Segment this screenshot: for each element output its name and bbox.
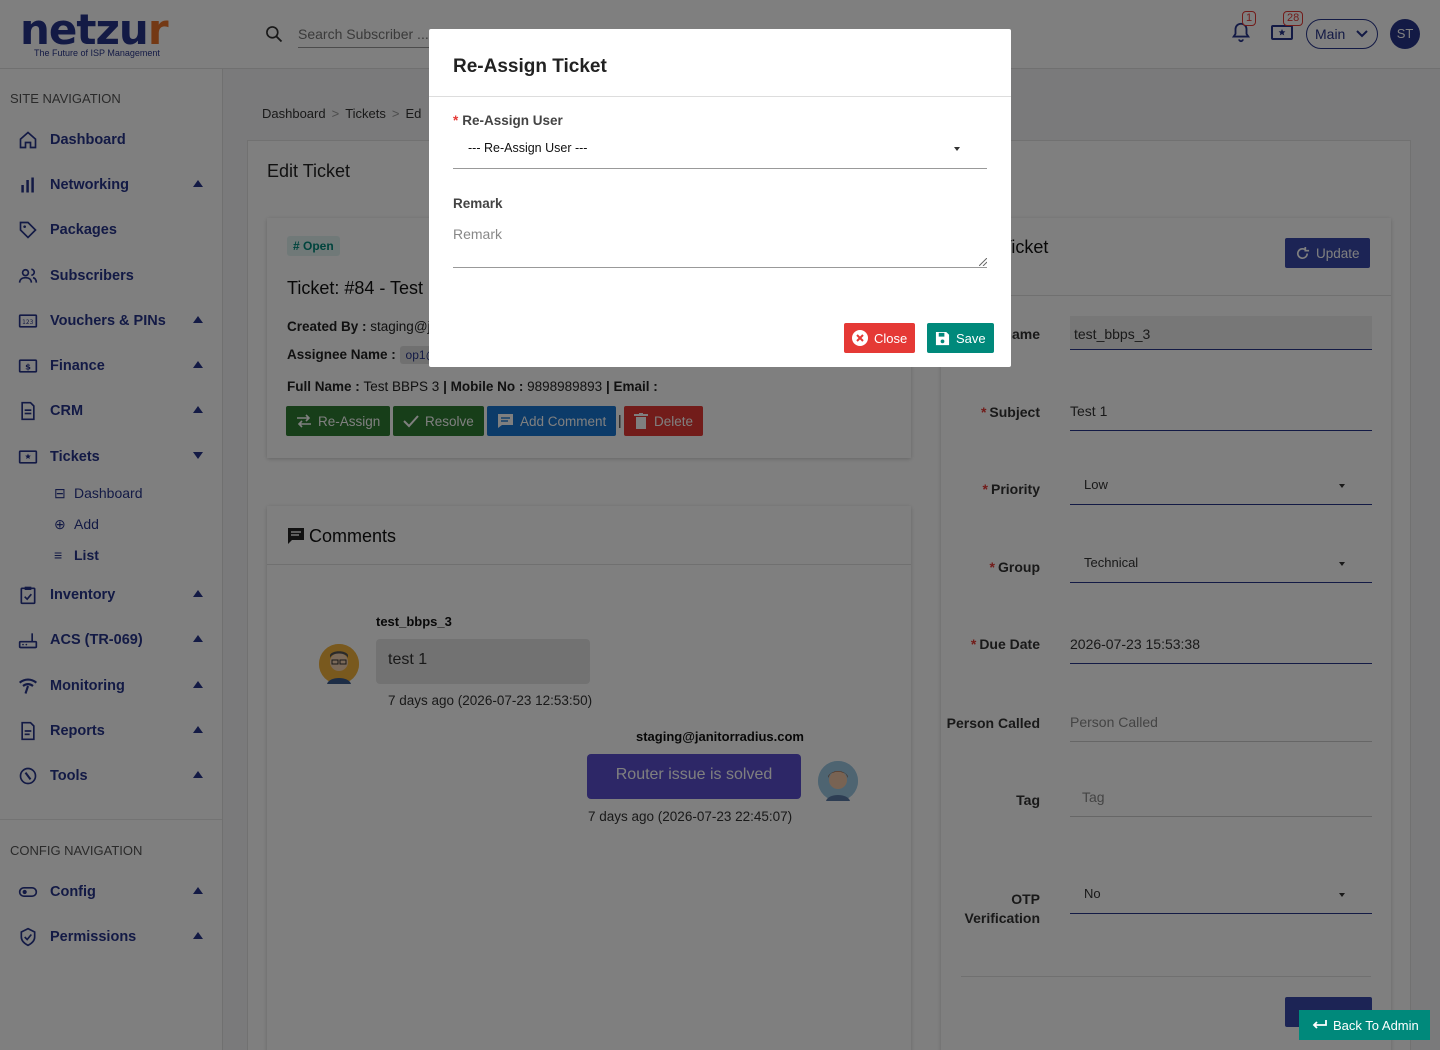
back-to-admin-button[interactable]: Back To Admin (1299, 1010, 1430, 1040)
close-circle-icon (852, 330, 868, 346)
close-button[interactable]: Close (844, 323, 916, 353)
reassign-modal: Re-Assign Ticket * Re-Assign User --- Re-… (429, 29, 1011, 367)
resize-grip-icon[interactable] (979, 258, 987, 266)
save-button[interactable]: Save (927, 323, 994, 353)
modal-title: Re-Assign Ticket (453, 56, 607, 77)
reassign-user-select[interactable]: --- Re-Assign User --- (453, 135, 987, 169)
remark-textarea[interactable] (453, 218, 987, 268)
reassign-user-label: * Re-Assign User (453, 113, 563, 128)
modal-divider (429, 96, 1011, 97)
remark-label: Remark (453, 196, 503, 211)
floppy-disk-icon (935, 331, 950, 345)
dropdown-arrow-icon (954, 147, 960, 151)
return-arrow-icon (1312, 1020, 1327, 1029)
